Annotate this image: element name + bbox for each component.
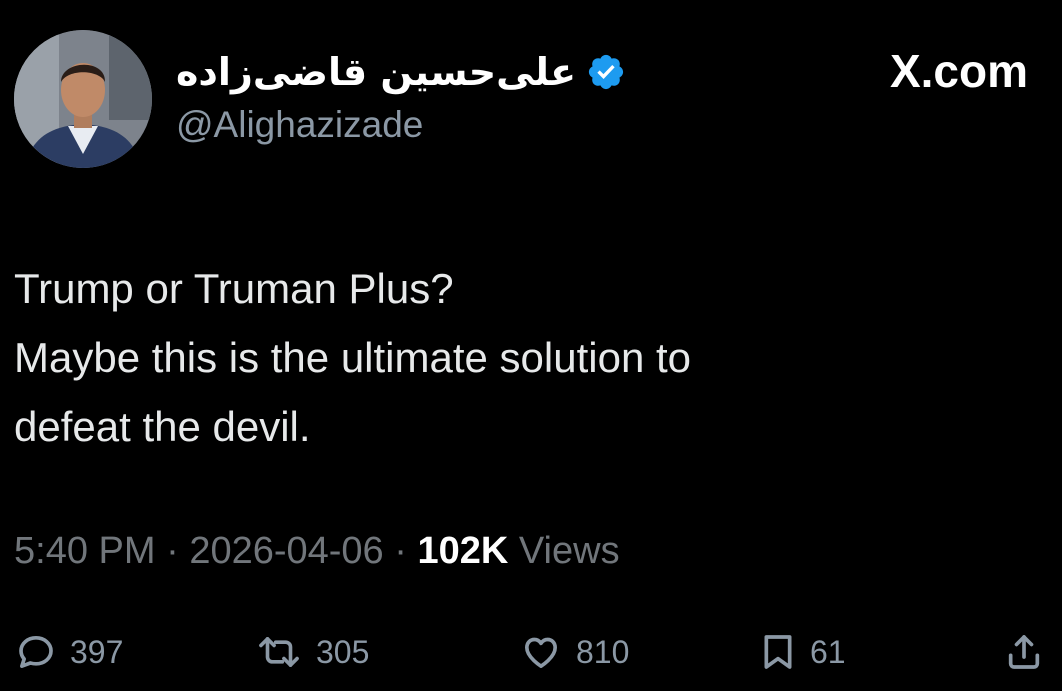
share-button[interactable] — [1004, 622, 1044, 682]
like-count: 810 — [576, 633, 630, 670]
share-icon — [1004, 631, 1044, 673]
bookmark-count: 61 — [810, 633, 846, 670]
tweet-meta: 5:40 PM · 2026-04-06 · 102K Views — [14, 530, 620, 573]
action-bar: 397 305 810 61 — [0, 622, 1062, 682]
tweet-line: Maybe this is the ultimate solution to — [14, 334, 692, 381]
repost-icon — [256, 632, 302, 672]
bookmark-button[interactable]: 61 — [760, 622, 846, 682]
repost-button[interactable]: 305 — [256, 622, 369, 682]
tweet-date[interactable]: 2026-04-06 — [189, 530, 383, 572]
author-name-row[interactable]: علی‌حسین قاضی‌زاده — [176, 44, 626, 100]
display-name[interactable]: علی‌حسین قاضی‌زاده — [176, 50, 576, 94]
tweet-line: Trump or Truman Plus? — [14, 265, 454, 312]
repost-count: 305 — [316, 633, 370, 670]
meta-separator: · — [155, 530, 190, 572]
meta-separator: · — [383, 530, 418, 572]
bookmark-icon — [760, 632, 796, 672]
views-count: 102K — [417, 530, 509, 572]
tweet-time[interactable]: 5:40 PM — [14, 530, 156, 572]
like-button[interactable]: 810 — [520, 622, 629, 682]
author-handle[interactable]: @Alighazizade — [176, 104, 423, 146]
avatar-photo — [14, 30, 152, 168]
tweet-text: Trump or Truman Plus? Maybe this is the … — [14, 254, 1014, 461]
avatar[interactable] — [14, 30, 152, 168]
verified-badge-icon — [586, 52, 626, 92]
reply-count: 397 — [70, 633, 124, 670]
site-label: X.com — [889, 45, 1028, 97]
tweet-line: defeat the devil. — [14, 403, 311, 450]
reply-button[interactable]: 397 — [16, 622, 123, 682]
heart-icon — [520, 632, 562, 672]
reply-icon — [16, 632, 56, 672]
views-label: Views — [508, 530, 620, 572]
